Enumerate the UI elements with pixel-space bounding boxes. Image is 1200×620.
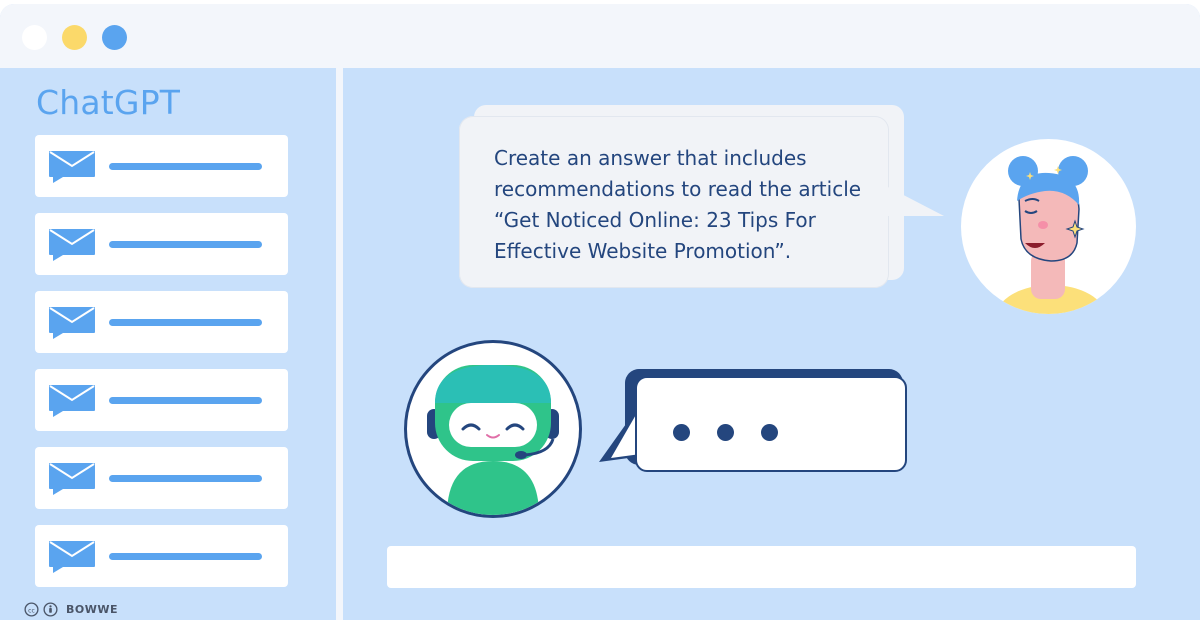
chat-title-placeholder	[109, 163, 262, 170]
user-avatar	[961, 139, 1136, 314]
mail-icon	[49, 385, 95, 417]
creative-commons-icon: cc	[24, 601, 39, 617]
robot-avatar-illustration	[427, 365, 559, 515]
chat-list-item[interactable]	[35, 447, 288, 509]
chat-title-placeholder	[109, 397, 262, 404]
chat-list-item[interactable]	[35, 369, 288, 431]
chat-list-item[interactable]	[35, 291, 288, 353]
bot-avatar	[404, 340, 582, 518]
window-close-button[interactable]	[22, 25, 47, 50]
browser-window: ChatGPT cc BOWWE Create an answer that i…	[0, 4, 1200, 620]
user-avatar-illustration	[996, 156, 1106, 314]
chat-title-placeholder	[109, 475, 262, 482]
chat-list	[35, 135, 288, 603]
title-bar	[0, 4, 1200, 68]
chat-list-item[interactable]	[35, 525, 288, 587]
typing-dot	[761, 424, 778, 441]
window-minimize-button[interactable]	[62, 25, 87, 50]
mail-icon	[49, 463, 95, 495]
brand-footer: cc BOWWE	[24, 600, 118, 618]
mail-icon	[49, 541, 95, 573]
message-input[interactable]	[387, 546, 1136, 588]
chat-title-placeholder	[109, 241, 262, 248]
brand-name: BOWWE	[66, 602, 119, 616]
typing-dot	[717, 424, 734, 441]
mail-icon	[49, 151, 95, 183]
chat-panel: Create an answer that includes recommend…	[343, 68, 1200, 620]
chat-title-placeholder	[109, 319, 262, 326]
svg-text:cc: cc	[28, 607, 35, 614]
sidebar: ChatGPT cc BOWWE	[4, 68, 336, 620]
app-title: ChatGPT	[36, 83, 181, 122]
user-bubble-tail	[886, 186, 944, 216]
chat-list-item[interactable]	[35, 213, 288, 275]
mail-icon	[49, 229, 95, 261]
attribution-icon	[43, 601, 58, 617]
mail-icon	[49, 307, 95, 339]
panel-divider	[336, 68, 343, 620]
typing-dot	[673, 424, 690, 441]
chat-list-item[interactable]	[35, 135, 288, 197]
user-message-text: Create an answer that includes recommend…	[494, 146, 862, 263]
chat-title-placeholder	[109, 553, 262, 560]
window-maximize-button[interactable]	[102, 25, 127, 50]
